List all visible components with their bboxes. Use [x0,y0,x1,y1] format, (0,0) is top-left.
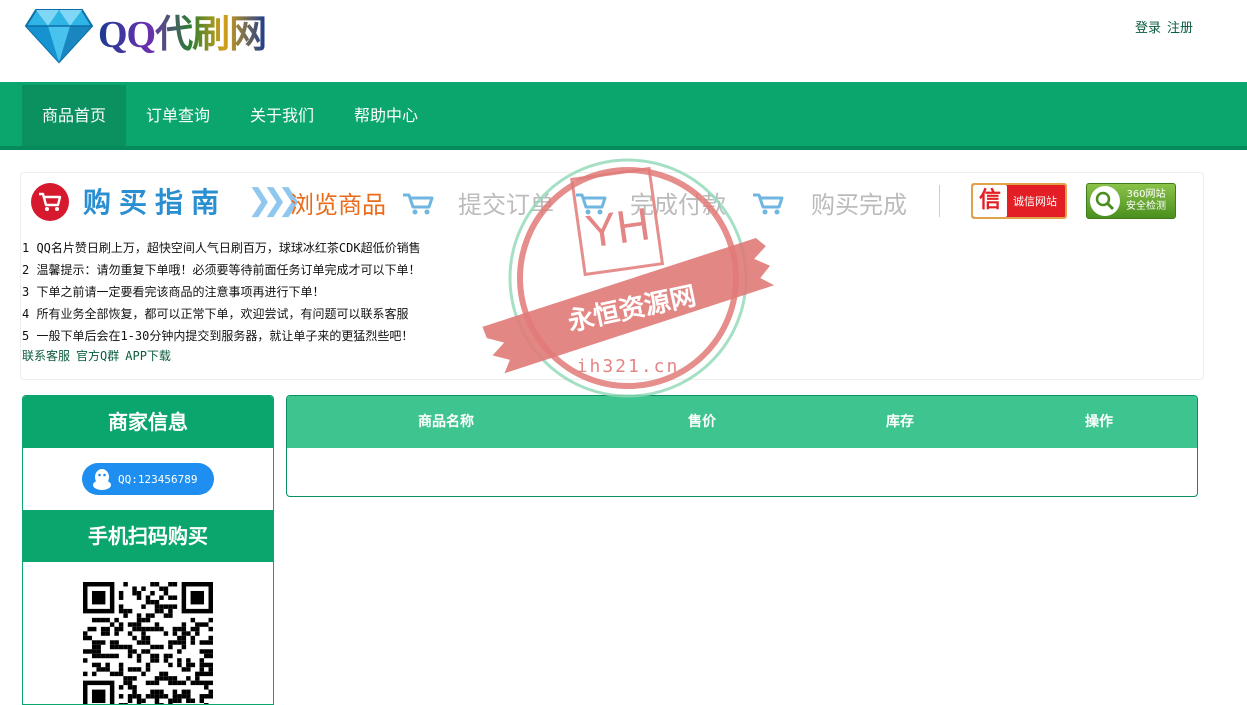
trust-site-badge[interactable]: 信 诚信网站 [971,183,1067,219]
cart-step-icon [576,193,607,215]
cart-step-icon [403,193,434,215]
qr-code-icon[interactable] [83,582,213,705]
badge-360-line1: 360网站 [1126,189,1166,200]
notice-item: 3 下单之前请一定要看完该商品的注意事项再进行下单！ [22,285,325,299]
guide-step-browse: 浏览商品 [290,191,386,219]
cart-step-icon [753,193,784,215]
official-qq-group-link[interactable]: 官方Q群 [76,347,119,364]
guide-step-pay: 完成付款 [630,191,726,219]
login-link[interactable]: 登录 [1135,17,1161,36]
shopping-cart-icon [31,183,69,221]
notice-item: 5 一般下单后会在1-30分钟内提交到服务器，就让单子来的更猛烈些吧！ [22,329,414,343]
notice-item: 2 温馨提示：请勿重复下单哦！必须要等待前面任务订单完成才可以下单！ [22,263,421,277]
purchase-guide: 购买指南 ❯❯❯ 浏览商品 提交订单 完成付款 购买完成 信 诚信网站 360网… [29,179,1189,223]
nav-item-help[interactable]: 帮助中心 [334,85,438,146]
notice-panel: 购买指南 ❯❯❯ 浏览商品 提交订单 完成付款 购买完成 信 诚信网站 360网… [20,172,1204,380]
site-header: QQ代刷网 登录 注册 [0,0,1247,82]
goods-table: 商品名称 售价 库存 操作 [286,395,1198,497]
goods-table-body [287,448,1197,496]
main-nav: 商品首页 订单查询 关于我们 帮助中心 [0,82,1247,150]
security-360-badge[interactable]: 360网站 安全检测 [1086,183,1176,219]
column-header-name: 商品名称 [418,414,474,430]
qq-contact-button[interactable]: QQ:123456789 [82,463,214,495]
site-logo[interactable]: QQ代刷网 [24,2,267,64]
merchant-info-title: 商家信息 [23,396,273,448]
column-header-action: 操作 [1085,414,1113,430]
column-header-price: 售价 [688,414,716,430]
column-header-stock: 库存 [886,414,914,430]
magnifier-shield-icon [1090,186,1120,216]
nav-item-order-query[interactable]: 订单查询 [126,85,230,146]
trust-label: 诚信网站 [1013,195,1057,208]
scan-buy-title: 手机扫码购买 [23,510,273,562]
goods-table-header: 商品名称 售价 库存 操作 [287,396,1197,448]
qq-number: QQ:123456789 [118,472,198,486]
notice-list: 1 QQ名片赞日刷上万，超快空间人气日刷百万，球球冰红茶CDK超低价销售 2 温… [22,237,421,347]
quick-links: 联系客服 官方Q群 APP下载 [22,347,171,364]
nav-item-about[interactable]: 关于我们 [230,85,334,146]
contact-service-link[interactable]: 联系客服 [22,347,70,364]
notice-item: 1 QQ名片赞日刷上万，超快空间人气日刷百万，球球冰红茶CDK超低价销售 [22,241,421,255]
register-link[interactable]: 注册 [1167,17,1193,36]
guide-step-complete: 购买完成 [811,191,907,219]
merchant-panel: 商家信息 QQ:123456789 手机扫码购买 [22,395,274,705]
guide-divider [939,185,940,217]
penguin-icon [93,469,111,490]
guide-arrow-icon: ❯❯❯ [247,183,303,218]
badge-360-line2: 安全检测 [1126,201,1166,212]
logo-text: QQ代刷网 [98,3,267,58]
nav-item-home[interactable]: 商品首页 [22,85,127,146]
diamond-logo-icon [24,9,94,64]
trust-glyph: 信 [973,185,1007,217]
app-download-link[interactable]: APP下载 [125,347,171,364]
auth-links: 登录 注册 [1135,17,1193,36]
guide-step-submit: 提交订单 [458,191,554,219]
guide-title: 购买指南 [83,186,228,219]
notice-item: 4 所有业务全部恢复，都可以正常下单，欢迎尝试，有问题可以联系客服 [22,307,409,321]
